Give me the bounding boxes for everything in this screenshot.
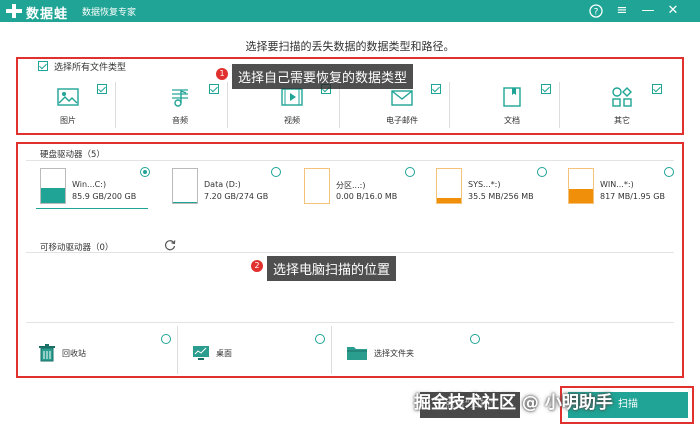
disk-icon	[172, 168, 198, 204]
app-subtitle: 数据恢复专家	[82, 8, 137, 18]
watermark: 掘金技术社区 @ 小明助手	[414, 393, 613, 413]
drive-radio-c[interactable]	[140, 167, 150, 177]
logo-icon	[6, 4, 22, 18]
drive-size: 7.20 GB/274 GB	[204, 192, 269, 201]
select-all-checkbox[interactable]	[38, 61, 48, 71]
drive-size: 817 MB/1.95 GB	[600, 192, 665, 201]
location-label: 桌面	[216, 349, 232, 358]
desktop-icon	[193, 346, 209, 360]
file-type-checkbox[interactable]	[97, 84, 107, 94]
video-icon	[281, 88, 303, 106]
music-icon	[172, 89, 188, 107]
drive-radio-d[interactable]	[271, 167, 281, 177]
drive-size: 35.5 MB/256 MB	[468, 192, 534, 201]
file-type-checkbox[interactable]	[209, 84, 219, 94]
file-type-card[interactable]: 音频	[138, 82, 228, 128]
file-type-label: 文档	[504, 116, 520, 125]
section-divider	[26, 160, 674, 161]
minimize-icon[interactable]: —	[639, 2, 657, 20]
document-icon	[503, 87, 521, 107]
drive-size: 0.00 B/16.0 MB	[336, 192, 398, 201]
disk-icon	[304, 168, 330, 204]
drive-name: 分区...:)	[336, 181, 366, 190]
location-desktop[interactable]: 桌面	[182, 326, 332, 374]
disk-icon	[568, 168, 594, 204]
select-all-label: 选择所有文件类型	[54, 63, 127, 73]
drive-radio-win[interactable]	[664, 167, 674, 177]
folder-icon	[347, 347, 367, 360]
drive-name: Data (D:)	[204, 180, 241, 189]
section-divider	[26, 322, 674, 323]
location-choose-folder[interactable]: 选择文件夹	[336, 326, 486, 374]
file-type-checkbox[interactable]	[431, 84, 441, 94]
file-type-label: 视频	[284, 116, 300, 125]
other-icon	[612, 87, 632, 107]
refresh-icon[interactable]	[164, 239, 176, 251]
disk-icon	[40, 168, 66, 204]
callout-number-2: 2	[251, 260, 263, 272]
section-divider	[26, 252, 674, 253]
file-type-card[interactable]: 文档	[470, 82, 560, 128]
help-icon[interactable]: ?	[587, 2, 605, 20]
drive-size: 85.9 GB/200 GB	[72, 192, 137, 201]
drive-radio-partition[interactable]	[405, 167, 415, 177]
app-name: 数据蛙	[26, 7, 69, 22]
callout-select-location: 选择电脑扫描的位置	[267, 256, 397, 281]
mail-icon	[391, 90, 413, 106]
callout-number-1: 1	[216, 68, 228, 80]
image-icon	[57, 88, 79, 106]
location-label: 选择文件夹	[374, 349, 414, 358]
location-radio[interactable]	[315, 334, 325, 344]
drive-name: Win...C:)	[72, 180, 107, 189]
file-type-checkbox[interactable]	[541, 84, 551, 94]
title-bar: 数据蛙 数据恢复专家 ? ≡ — ✕	[0, 0, 700, 22]
svg-text:?: ?	[594, 8, 599, 18]
drive-name: WIN...*:)	[600, 180, 634, 189]
drive-selected-underline	[36, 208, 148, 209]
file-type-card[interactable]: 其它	[580, 82, 670, 128]
file-type-label: 音频	[172, 116, 188, 125]
recycle-bin-icon	[39, 344, 55, 362]
location-label: 回收站	[62, 349, 86, 358]
file-type-label: 电子邮件	[386, 116, 418, 125]
page-prompt: 选择要扫描的丢失数据的数据类型和路径。	[245, 40, 455, 53]
drive-name: SYS...*:)	[468, 180, 501, 189]
disk-icon	[436, 168, 462, 204]
location-radio[interactable]	[470, 334, 480, 344]
location-recycle-bin[interactable]: 回收站	[28, 326, 178, 374]
hard-drive-section-title: 硬盘驱动器（5）	[40, 150, 105, 160]
file-type-card[interactable]: 图片	[26, 82, 116, 128]
file-type-label: 图片	[60, 116, 76, 125]
file-type-label: 其它	[614, 116, 630, 125]
file-type-checkbox[interactable]	[652, 84, 662, 94]
location-radio[interactable]	[161, 334, 171, 344]
drive-radio-sys[interactable]	[537, 167, 547, 177]
callout-select-type: 选择自己需要恢复的数据类型	[232, 64, 414, 89]
menu-icon[interactable]: ≡	[613, 2, 631, 20]
close-icon[interactable]: ✕	[664, 2, 682, 20]
